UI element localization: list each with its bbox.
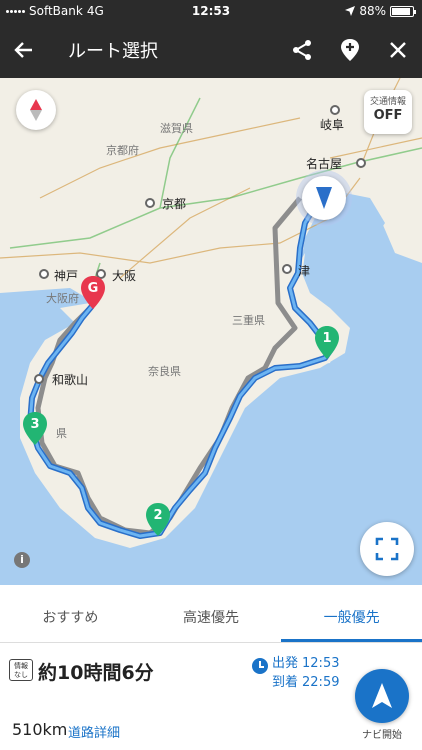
add-place-button[interactable] [326, 22, 374, 78]
map-label-kobe: 神戸 [54, 269, 79, 283]
compass-button[interactable] [16, 90, 56, 130]
back-arrow-icon [14, 42, 32, 58]
badge-line-2: なし [14, 671, 28, 679]
fit-route-button[interactable] [360, 522, 414, 576]
close-icon [390, 42, 406, 58]
city-marker-gifu [330, 105, 340, 115]
fullscreen-icon [375, 537, 399, 561]
city-marker-tsu [282, 264, 292, 274]
map-label-ken: 県 [56, 427, 67, 440]
route-marker-1-label: 1 [322, 331, 332, 346]
route-marker-3-label: 3 [30, 417, 40, 432]
traffic-info-toggle[interactable]: 交通情報 OFF [364, 90, 412, 134]
route-marker-1[interactable]: 1 [314, 326, 340, 360]
route-times: 出発 12:53 到着 22:59 [272, 654, 339, 692]
map-label-nara: 奈良県 [148, 365, 181, 378]
map-label-gifu: 岐阜 [320, 118, 345, 132]
tab-recommended[interactable]: おすすめ [0, 585, 141, 642]
traffic-info-badge: 情報 なし [9, 659, 33, 681]
back-button[interactable] [0, 22, 48, 78]
app-header: ルート選択 [0, 22, 422, 78]
route-map[interactable]: 岐阜 名古屋 滋賀県 京都府 京都 神戸 大阪 大阪府 津 三重県 和歌山 奈良… [0, 78, 422, 585]
route-marker-3[interactable]: 3 [22, 412, 48, 446]
add-place-icon [341, 39, 359, 61]
map-label-wakayama: 和歌山 [52, 373, 89, 387]
clock-icon [252, 658, 268, 674]
city-marker-nagoya [356, 158, 366, 168]
map-base [0, 78, 422, 585]
share-button[interactable] [278, 22, 326, 78]
route-distance: 510km [12, 720, 68, 739]
tab-highway-priority[interactable]: 高速優先 [141, 585, 282, 642]
map-label-kyotofu: 京都府 [106, 144, 139, 157]
map-label-kyoto: 京都 [162, 197, 187, 211]
map-label-tsu: 津 [298, 264, 311, 278]
road-details-link[interactable]: 道路詳細 [68, 722, 120, 741]
route-type-tabs: おすすめ 高速優先 一般優先 [0, 585, 422, 643]
battery-percent: 88% [359, 4, 386, 18]
tab-general-road-priority[interactable]: 一般優先 [281, 585, 422, 642]
city-marker-kyoto [145, 198, 155, 208]
map-label-osakafu: 大阪府 [46, 292, 79, 305]
compass-icon [30, 99, 42, 121]
navigation-arrow-icon [316, 187, 332, 209]
route-summary: 情報 なし 約10時間6分 出発 12:53 到着 22:59 510km 道路詳細… [0, 644, 422, 750]
city-marker-kobe [39, 269, 49, 279]
start-navigation-label: ナビ開始 [362, 730, 402, 741]
city-marker-wakayama [34, 374, 44, 384]
location-arrow-icon [345, 6, 356, 16]
map-label-shiga: 滋賀県 [160, 122, 193, 135]
route-marker-2-label: 2 [153, 508, 163, 523]
map-label-osaka: 大阪 [112, 269, 137, 283]
current-position-marker [296, 170, 352, 226]
share-icon [293, 40, 311, 60]
start-navigation-button[interactable] [355, 669, 409, 723]
traffic-info-state: OFF [373, 108, 403, 123]
close-button[interactable] [374, 22, 422, 78]
goal-marker-label: G [87, 281, 99, 296]
arrive-time: 22:59 [302, 675, 340, 690]
traffic-info-label: 交通情報 [369, 97, 406, 107]
badge-line-1: 情報 [14, 662, 28, 670]
depart-time: 12:53 [302, 656, 340, 671]
depart-label: 出発 [272, 656, 299, 671]
page-title: ルート選択 [68, 41, 158, 62]
map-info-icon[interactable]: i [14, 552, 30, 568]
goal-marker[interactable]: G [80, 276, 106, 310]
map-label-mie: 三重県 [232, 314, 265, 327]
arrive-label: 到着 [272, 675, 299, 690]
navigation-arrow-icon [372, 683, 392, 708]
route-marker-2[interactable]: 2 [145, 503, 171, 537]
route-duration: 約10時間6分 [38, 662, 154, 684]
battery-icon [390, 5, 416, 17]
status-bar: SoftBank 4G 12:53 88% [0, 0, 422, 22]
